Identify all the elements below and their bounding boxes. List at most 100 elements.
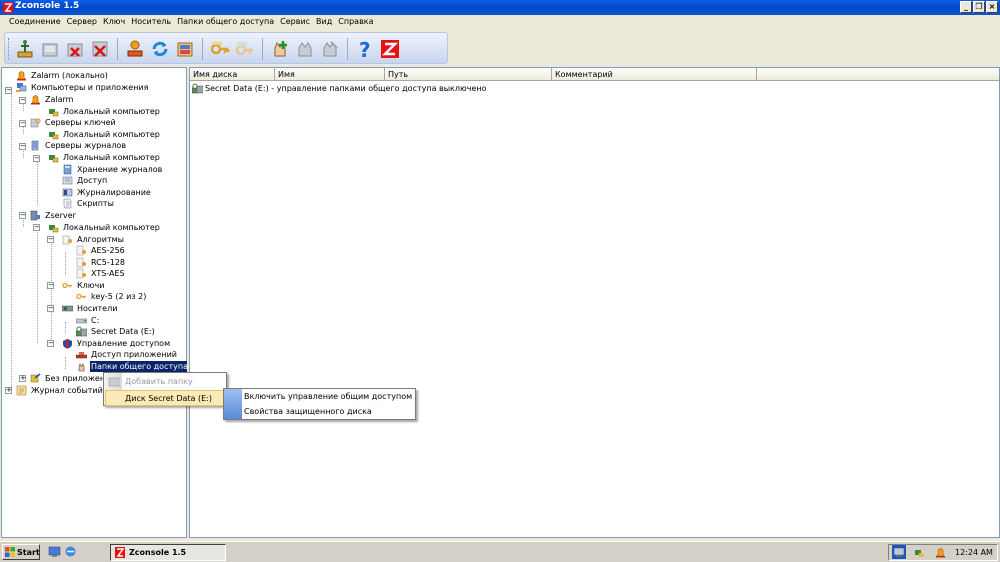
svg-text:?: ? — [359, 38, 371, 60]
tree-item-media[interactable]: Носители — [62, 303, 118, 314]
secret-drive-icon — [191, 83, 204, 94]
expander-log-local[interactable]: − — [33, 155, 40, 162]
tree-item-app-access[interactable]: Доступ приложений — [76, 349, 178, 360]
tree-item-journaling[interactable]: Журналирование — [62, 187, 152, 198]
share-disabled-button[interactable] — [293, 37, 317, 61]
expander-key-servers[interactable]: − — [19, 120, 26, 127]
shared-folders-icon — [76, 361, 87, 372]
refresh-button[interactable] — [148, 37, 172, 61]
tree-item-log-servers-local[interactable]: Локальный компьютер — [48, 152, 161, 163]
menu-connection[interactable]: Соединение — [6, 15, 64, 29]
algorithm-icon — [76, 245, 87, 256]
alarm-tray-icon[interactable] — [935, 547, 946, 558]
list-pane: Имя диска Имя Путь Комментарий Secret Da… — [189, 67, 1000, 538]
expander-log-servers[interactable]: − — [19, 143, 26, 150]
window-title: Zconsole 1.5 — [15, 1, 80, 11]
expander-event-log[interactable]: + — [5, 387, 12, 394]
key-disabled-button[interactable] — [233, 37, 257, 61]
expander-zalarm[interactable]: − — [19, 97, 26, 104]
help-button[interactable]: ? — [353, 37, 377, 61]
zconsole-app-icon — [3, 2, 13, 13]
key-button[interactable] — [208, 37, 232, 61]
desktop-icon[interactable] — [48, 545, 61, 558]
tree-item-key-5[interactable]: key-5 (2 из 2) — [76, 291, 147, 302]
expander-zserver-local[interactable]: − — [33, 224, 40, 231]
tree-item-xts-aes[interactable]: XTS-AES — [76, 268, 126, 279]
expander-algorithms[interactable]: − — [47, 236, 54, 243]
column-comment[interactable]: Комментарий — [552, 68, 757, 81]
tree-item-access-control[interactable]: Управление доступом — [62, 338, 171, 349]
server-remove-button[interactable] — [63, 37, 87, 61]
tree-item-log-storage[interactable]: Хранение журналов — [62, 164, 163, 175]
menu-bar: Соединение Сервер Ключ Носитель Папки об… — [0, 15, 1000, 29]
restore-button[interactable]: ❐ — [973, 1, 985, 13]
menu-media[interactable]: Носитель — [128, 15, 174, 29]
key-disabled-icon — [235, 42, 253, 56]
app-tray-icon[interactable] — [914, 547, 925, 558]
toolbar-grip[interactable] — [8, 38, 11, 60]
context-submenu: Включить управление общим доступом Свойс… — [223, 388, 416, 420]
expander-keys[interactable]: − — [47, 282, 54, 289]
menu-key[interactable]: Ключ — [100, 15, 128, 29]
tree-item-zalarm-local[interactable]: Локальный компьютер — [48, 106, 161, 117]
list-row[interactable]: Secret Data (E:) - управление папками об… — [191, 83, 487, 94]
tree-item-computers-apps[interactable]: Компьютеры и приложения — [16, 82, 149, 93]
tree-item-algorithms[interactable]: Алгоритмы — [62, 234, 125, 245]
tree-item-key-servers[interactable]: Серверы ключей — [30, 117, 117, 128]
menu-service[interactable]: Сервис — [277, 15, 313, 29]
column-drive-name[interactable]: Имя диска — [190, 68, 275, 81]
computer-icon — [48, 152, 59, 163]
server-disabled-button[interactable] — [38, 37, 62, 61]
tree-item-zserver-local[interactable]: Локальный компьютер — [48, 222, 161, 233]
menu-server[interactable]: Сервер — [64, 15, 100, 29]
tree-item-scripts[interactable]: Скрипты — [62, 198, 115, 209]
tree-item-shared-folders[interactable]: Папки общего доступа — [76, 360, 190, 373]
network-icon[interactable] — [893, 547, 905, 558]
menu-item-protected-disk-properties[interactable]: Свойства защищенного диска — [225, 404, 414, 420]
connect-button[interactable] — [13, 37, 37, 61]
minimize-button[interactable]: _ — [960, 1, 972, 13]
add-share-button[interactable] — [268, 37, 292, 61]
tree-item-key-servers-local[interactable]: Локальный компьютер — [48, 129, 161, 140]
expander-no-apps[interactable]: + — [19, 375, 26, 382]
column-name[interactable]: Имя — [275, 68, 385, 81]
zconsole-app-icon — [115, 547, 125, 558]
tree-item-access[interactable]: Доступ — [62, 175, 108, 186]
tree-item-aes-256[interactable]: AES-256 — [76, 245, 126, 256]
tree-item-zalarm[interactable]: Zalarm — [30, 94, 74, 105]
algorithm-icon — [76, 257, 87, 268]
server-delete-button[interactable] — [88, 37, 112, 61]
taskbar: Start Zconsole 1.5 EN 12:24 AM — [0, 541, 1000, 562]
zconsole-logo-button[interactable] — [378, 37, 402, 61]
column-path[interactable]: Путь — [385, 68, 552, 81]
clock[interactable]: 12:24 AM — [955, 548, 993, 557]
tree-item-rc5-128[interactable]: RC5-128 — [76, 257, 126, 268]
menu-shared-folders[interactable]: Папки общего доступа — [174, 15, 277, 29]
menu-help[interactable]: Справка — [335, 15, 376, 29]
tree-item-drive-c[interactable]: C: — [76, 315, 100, 326]
tree-item-zserver[interactable]: Zserver — [30, 210, 77, 221]
menu-view[interactable]: Вид — [313, 15, 335, 29]
key-icon — [210, 42, 230, 55]
expander-access-control[interactable]: − — [47, 340, 54, 347]
start-button[interactable]: Start — [2, 544, 40, 560]
tree-item-event-log[interactable]: Журнал событий — [16, 385, 104, 396]
menu-item-secret-data-disk[interactable]: Диск Secret Data (E:) — [105, 390, 225, 406]
server-disabled-icon — [42, 43, 58, 57]
expander-computers[interactable]: − — [5, 87, 12, 94]
menu-item-add-folder[interactable]: Добавить папку — [105, 374, 225, 390]
tree-item-secret-data[interactable]: Secret Data (E:) — [76, 326, 156, 337]
system-tray: 12:24 AM — [888, 544, 998, 561]
menu-item-enable-share-control[interactable]: Включить управление общим доступом — [225, 389, 414, 405]
taskbar-zconsole-button[interactable]: Zconsole 1.5 — [110, 544, 226, 561]
expander-zserver[interactable]: − — [19, 212, 26, 219]
user-connect-button[interactable] — [123, 37, 147, 61]
properties-button[interactable] — [173, 37, 197, 61]
tree-item-keys[interactable]: Ключи — [62, 280, 105, 291]
tree-item-zalarm-local[interactable]: Zalarm (локально) — [16, 70, 109, 81]
share-remove-disabled-button[interactable] — [318, 37, 342, 61]
tree-item-log-servers[interactable]: Серверы журналов — [30, 140, 127, 151]
browser-icon[interactable] — [64, 545, 77, 558]
expander-media[interactable]: − — [47, 305, 54, 312]
close-button[interactable]: × — [986, 1, 998, 13]
